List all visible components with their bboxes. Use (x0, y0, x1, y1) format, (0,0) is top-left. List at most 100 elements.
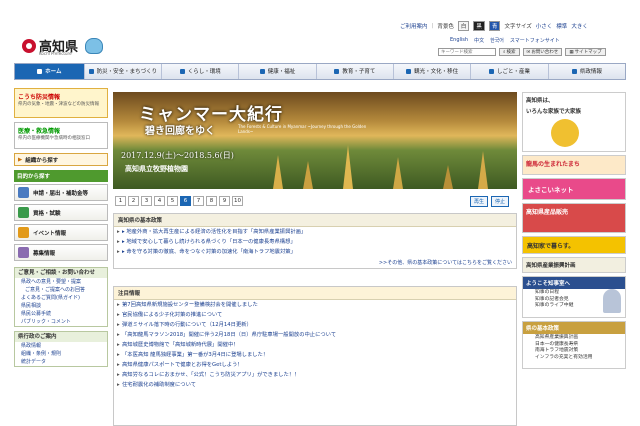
news-link[interactable]: 住宅耐震化の補助制度について (114, 380, 516, 390)
opinion-link[interactable]: パブリック・コメント (15, 318, 107, 326)
bg-blue-button[interactable]: 青 (488, 21, 501, 31)
news-link[interactable]: 高知城歴史博物館で「高知城新時代展」開催中！ (114, 340, 516, 350)
pager-button[interactable]: 5 (167, 196, 178, 206)
banner-subtitle: 碧き回廊をゆく (145, 126, 215, 137)
play-button[interactable]: 再生 (470, 196, 489, 207)
bg-black-button[interactable]: 黒 (473, 21, 485, 31)
purpose-application-button[interactable]: 申請・届出・補助金等 (14, 184, 108, 201)
purpose-label: 募集情報 (33, 250, 56, 257)
sangyo-banner[interactable]: 高知県産業振興計画 (522, 257, 626, 273)
nav-tourism[interactable]: 観光・文化・移住 (393, 64, 470, 79)
pref-policy-link[interactable]: 日本一の健康長寿県 (523, 341, 625, 348)
purpose-exam-button[interactable]: 資格・試験 (14, 204, 108, 221)
right-sidebar: 高知県は、 いろんな家族で大家族 龍馬の生まれたまち よさこいネット 高知県産品… (522, 92, 626, 372)
site-logo[interactable]: 高知県 Kochi Prefecture (22, 36, 104, 56)
nav-label: 教育・子育て (342, 68, 376, 75)
pager-button[interactable]: 10 (232, 196, 243, 206)
banner-pager: 1 2 3 4 5 6 7 8 9 10 (115, 196, 243, 206)
news-link[interactable]: 高知県健康パスポートで健康とお得をGetしよう！ (114, 360, 516, 370)
pager-button[interactable]: 9 (219, 196, 230, 206)
intro-link[interactable]: 県政情報 (15, 342, 107, 350)
font-normal-button[interactable]: 標準 (556, 22, 567, 30)
policy-more-link[interactable]: >>その他、県の基本政策についてはこちらをご覧ください (114, 257, 516, 268)
intro-link[interactable]: 組織・条例・規則 (15, 350, 107, 358)
font-small-button[interactable]: 小さく (536, 22, 553, 30)
pref-policy-link[interactable]: インフラの充実と有効活用 (523, 354, 625, 361)
kochi-family-banner[interactable]: 高知県は、 いろんな家族で大家族 (522, 92, 626, 152)
medical-info-button[interactable]: 医療・救急情報 県内の医療機関や急病時の相談窓口 (14, 122, 108, 149)
pager-button[interactable]: 7 (193, 196, 204, 206)
bg-white-button[interactable]: 白 (457, 21, 470, 31)
banner-museum: 高知県立牧野植物園 (125, 164, 188, 173)
nav-living[interactable]: くらし・環境 (161, 64, 238, 79)
search-by-org-button[interactable]: ▶ 組織から探す (14, 153, 108, 166)
pager-button[interactable]: 4 (154, 196, 165, 206)
nav-health[interactable]: 健康・福祉 (238, 64, 315, 79)
news-link[interactable]: 官民協働による少子化対策の推進について (114, 310, 516, 320)
pref-policy-link[interactable]: 高知県産業振興計画 (523, 334, 625, 341)
policy-link[interactable]: ▸ 命を守る対策の徹底、命をつなぐ対策の加速化「南海トラフ地震対策」 (114, 247, 516, 257)
news-link[interactable]: 第7回高知県新規施設センター整備検討会を開催しました (114, 300, 516, 310)
search-button[interactable]: ⌕ 検索 (499, 48, 520, 56)
pager-button[interactable]: 3 (141, 196, 152, 206)
search-input[interactable] (438, 48, 496, 56)
opinion-link[interactable]: ご意見・ご提案へのお回答 (15, 286, 107, 294)
font-large-button[interactable]: 大きく (571, 22, 588, 30)
pager-button[interactable]: 8 (206, 196, 217, 206)
smartphone-site-link[interactable]: スマートフォンサイト (510, 37, 560, 44)
kurasu-banner[interactable]: 高知家で暮らす。 (522, 236, 626, 254)
nav-work[interactable]: しごと・産業 (470, 64, 547, 79)
purpose-label: 資格・試験 (33, 210, 61, 217)
intro-link[interactable]: 統計データ (15, 358, 107, 366)
products-banner[interactable]: 高知県産品販売 (522, 203, 626, 233)
policy-heading: 高知県の基本政策 (114, 214, 516, 227)
slideshow-controls: 再生 停止 (470, 196, 510, 207)
news-link[interactable]: 高知労なるコレにおまかせ、「公式！こうち防災アプリ」ができました！！ (114, 370, 516, 380)
pencil-icon (18, 207, 29, 218)
lang-chinese-link[interactable]: 中文 (474, 37, 484, 44)
pagoda-shape (443, 165, 453, 189)
lang-english-link[interactable]: English (450, 37, 468, 44)
opinion-link[interactable]: 県民相談 (15, 302, 107, 310)
stop-button[interactable]: 停止 (491, 196, 510, 207)
news-link[interactable]: 「高知龍馬マラソン2018」開催に伴う2月18日（日）県庁駐車場一般開放の中止に… (114, 330, 516, 340)
purpose-label: イベント情報 (33, 230, 67, 237)
nav-home[interactable]: ホーム (15, 64, 84, 79)
contact-button[interactable]: ✉ お問い合わせ (522, 48, 563, 56)
yosakoi-banner[interactable]: よさこいネット (522, 178, 626, 200)
flag-icon (18, 227, 29, 238)
nav-safety[interactable]: 防災・安全・まちづくり (83, 64, 161, 79)
news-link[interactable]: 「本医高知 龍馬独経事業」第一番が3月4日に登場しました！ (114, 350, 516, 360)
intro-heading: 県行政のご案内 (15, 332, 107, 342)
opinion-section: ご意見・ご相談・お問い合わせ 県政への意見・要望・提案 ご意見・ご提案へのお回答… (14, 267, 108, 327)
nav-label: 防災・安全・まちづくり (96, 68, 158, 75)
usage-guide-link[interactable]: ご利用案内 (400, 22, 428, 30)
banner-date: 2017.12.9(土)～2018.5.6(日) (121, 151, 234, 160)
language-links: English 中文 한국어 スマートフォンサイト (450, 37, 560, 44)
main-banner[interactable]: ミャンマー大紀行 碧き回廊をゆく The Forests & Culture i… (113, 92, 517, 189)
ryoma-banner[interactable]: 龍馬の生まれたまち (522, 155, 626, 175)
pref-policy-link[interactable]: 南海トラフ地震対策 (523, 347, 625, 354)
pager-button[interactable]: 2 (128, 196, 139, 206)
opinion-link[interactable]: 県民公募手続 (15, 310, 107, 318)
tourism-icon (406, 69, 412, 74)
policy-link[interactable]: ▸ 地産外商・拡大再生産による経済の活性化を目指す「高知県産業振興計画」 (114, 227, 516, 237)
purpose-recruit-button[interactable]: 募集情報 (14, 244, 108, 261)
pager-button[interactable]: 1 (115, 196, 126, 206)
sitemap-button[interactable]: ▦ サイトマップ (565, 48, 606, 56)
nav-education[interactable]: 教育・子育て (315, 64, 393, 79)
medical-info-title: 医療・救急情報 (18, 128, 61, 135)
sitemap-icon: ▦ (569, 49, 574, 55)
policy-link[interactable]: ▸ 地域で安心して暮らし続けられる県づくり「日本一の健康長寿県構想」 (114, 237, 516, 247)
home-icon (37, 69, 43, 74)
lang-korean-link[interactable]: 한국어 (490, 37, 504, 44)
nav-prefgov[interactable]: 県政情報 (547, 64, 625, 79)
news-link[interactable]: 弾道ミサイル落下時の行動について（12月14日更新） (114, 320, 516, 330)
opinion-link[interactable]: 県政への意見・要望・提案 (15, 278, 107, 286)
pager-button-active[interactable]: 6 (180, 196, 191, 206)
disaster-info-button[interactable]: こうち防災情報 県内の気象・地震・津波などの防災情報 (14, 88, 108, 118)
prefgov-icon (571, 69, 577, 74)
mail-icon: ✉ (526, 49, 531, 55)
opinion-link[interactable]: よくあるご質問(県ガイド) (15, 294, 107, 302)
purpose-event-button[interactable]: イベント情報 (14, 224, 108, 241)
